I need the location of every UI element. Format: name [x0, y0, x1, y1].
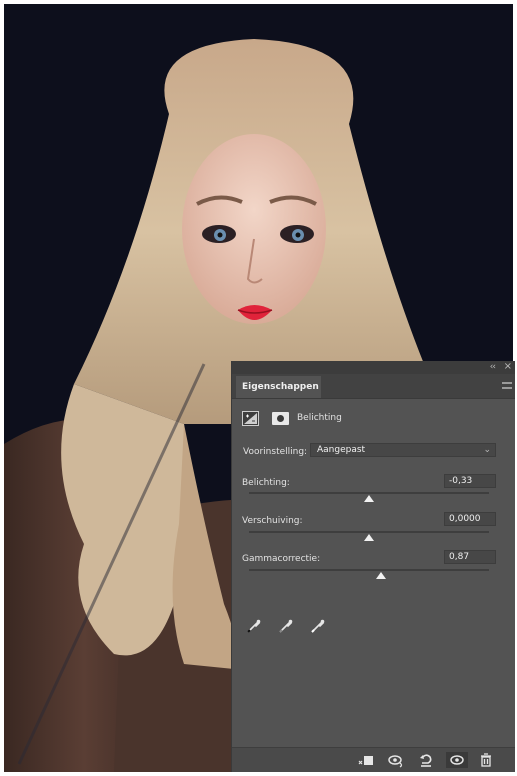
gamma-slider-thumb[interactable]: [376, 572, 386, 579]
offset-slider-track[interactable]: [249, 531, 489, 533]
adjustment-title: Belichting: [297, 413, 342, 423]
exposure-label: Belichting:: [242, 478, 290, 488]
panel-title-strip: ‹‹ ×: [232, 361, 515, 374]
exposure-slider-track[interactable]: [249, 492, 489, 494]
preset-select[interactable]: Aangepast ⌄: [310, 443, 496, 457]
preset-label: Voorinstelling:: [243, 447, 308, 457]
chevron-down-icon: ⌄: [483, 445, 491, 455]
properties-panel: ‹‹ × Eigenschappen Belichting Voorinstel…: [232, 361, 515, 772]
eyedropper-black-icon[interactable]: [246, 618, 262, 634]
eyedropper-white-icon[interactable]: [310, 618, 326, 634]
layer-mask-icon[interactable]: [272, 412, 289, 425]
tab-eigenschappen[interactable]: Eigenschappen: [236, 376, 321, 398]
panel-tabbar: Eigenschappen: [232, 374, 515, 399]
view-previous-icon[interactable]: [388, 752, 404, 768]
panel-menu-icon[interactable]: [502, 382, 512, 389]
offset-input[interactable]: 0,0000: [444, 512, 496, 526]
gamma-label: Gammacorrectie:: [242, 554, 321, 564]
close-icon[interactable]: ×: [504, 361, 512, 372]
preset-value: Aangepast: [317, 445, 366, 455]
panel-bottom-toolbar: [232, 747, 515, 772]
reset-icon[interactable]: [418, 752, 434, 768]
trash-icon[interactable]: [478, 752, 494, 768]
offset-slider-thumb[interactable]: [364, 534, 374, 541]
eyedropper-gray-icon[interactable]: [278, 618, 294, 634]
offset-label: Verschuiving:: [242, 516, 303, 526]
clip-to-layer-icon[interactable]: [358, 752, 374, 768]
gamma-input[interactable]: 0,87: [444, 550, 496, 564]
exposure-input[interactable]: -0,33: [444, 474, 496, 488]
gamma-slider-track[interactable]: [249, 569, 489, 571]
exposure-slider-thumb[interactable]: [364, 495, 374, 502]
visibility-eye-icon[interactable]: [446, 752, 468, 768]
exposure-adjustment-icon[interactable]: [242, 411, 259, 426]
collapse-panel-icon[interactable]: ‹‹: [490, 362, 496, 372]
